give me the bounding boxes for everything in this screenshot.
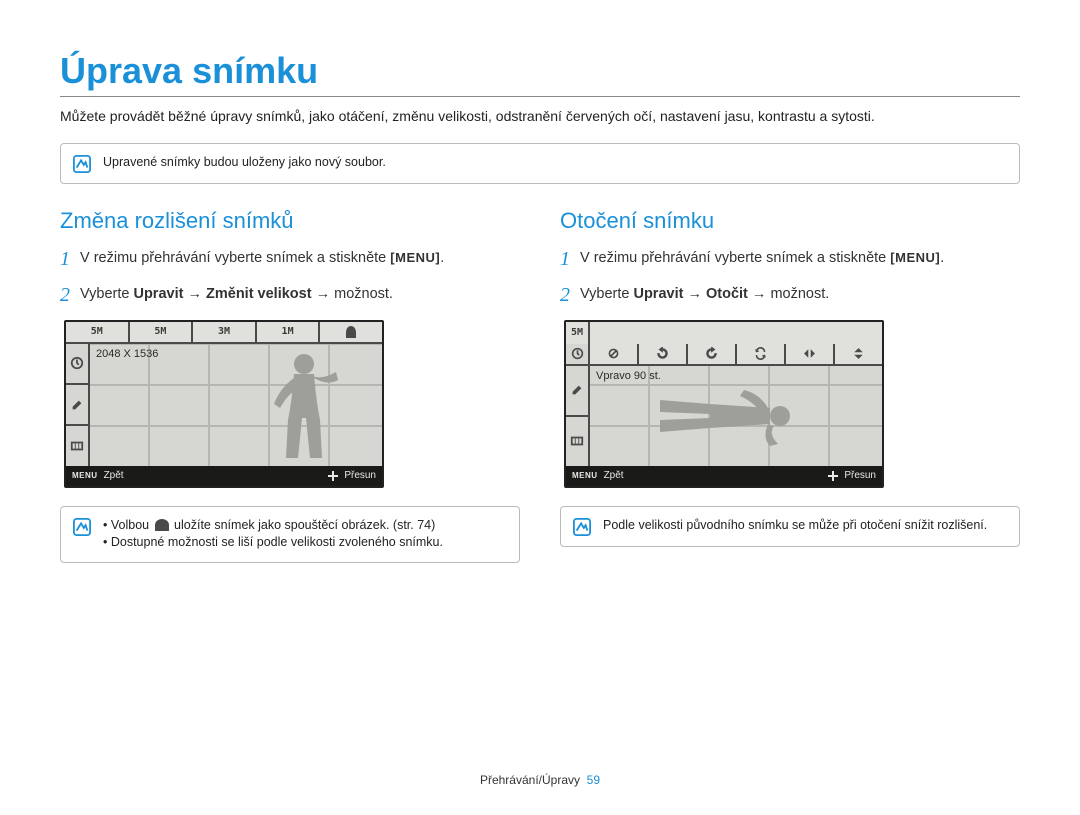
startimg-option xyxy=(320,322,382,342)
left-subheading: Změna rozlišení snímků xyxy=(60,208,520,234)
note-icon xyxy=(73,155,91,173)
size-indicator: 5M xyxy=(566,322,590,344)
note-icon xyxy=(573,518,591,536)
size-option: 5M xyxy=(66,322,130,342)
menu-label: MENU xyxy=(72,471,98,480)
page-footer: Přehrávání/Úpravy 59 xyxy=(0,773,1080,787)
step-number: 1 xyxy=(560,248,570,270)
menu-key: [MENU] xyxy=(890,250,940,265)
person-silhouette-rotated xyxy=(650,386,800,446)
note-item: Volbou uložíte snímek jako spouštěcí obr… xyxy=(103,517,443,535)
rotate-right-icon xyxy=(656,347,669,360)
page-title: Úprava snímku xyxy=(60,50,1020,97)
right-note: Podle velikosti původního snímku se může… xyxy=(560,506,1020,547)
move-label: Přesun xyxy=(344,470,376,481)
clock-icon xyxy=(70,356,84,370)
camera-screen-rotate: 5M Vpravo 90 st. xyxy=(564,320,884,488)
size-option: 3M xyxy=(193,322,257,342)
dpad-icon xyxy=(828,471,838,481)
footer-page-number: 59 xyxy=(587,773,600,787)
preview-area: Vpravo 90 st. xyxy=(590,366,882,466)
menu-key: [MENU] xyxy=(390,250,440,265)
edit-icon xyxy=(70,398,84,412)
right-column: Otočení snímku 1 V režimu přehrávání vyb… xyxy=(560,208,1020,587)
back-label: Zpět xyxy=(604,470,624,481)
intro-text: Můžete provádět běžné úpravy snímků, jak… xyxy=(60,107,1020,127)
rotate-left-icon xyxy=(705,347,718,360)
left-step-2: 2 Vyberte Upravit → Změnit velikost → mo… xyxy=(60,284,520,306)
note-icon xyxy=(73,518,91,536)
step-text: V režimu přehrávání vyberte snímek a sti… xyxy=(80,248,444,270)
screen-footer: MENU Zpět Přesun xyxy=(66,466,382,486)
clock-icon xyxy=(571,347,584,360)
dpad-icon xyxy=(328,471,338,481)
flip-h-icon xyxy=(803,347,816,360)
rotate-options-row xyxy=(566,344,882,366)
flip-v-icon xyxy=(852,347,865,360)
off-icon xyxy=(607,347,620,360)
right-note-text: Podle velikosti původního snímku se může… xyxy=(603,517,987,535)
header-row: 5M xyxy=(566,322,882,344)
resize-options-row: 5M 5M 3M 1M xyxy=(66,322,382,344)
step-text: V režimu přehrávání vyberte snímek a sti… xyxy=(580,248,944,270)
person-silhouette xyxy=(264,350,344,460)
right-step-1: 1 V režimu přehrávání vyberte snímek a s… xyxy=(560,248,1020,270)
thumbnail-icon xyxy=(70,439,84,453)
resolution-label: 2048 X 1536 xyxy=(96,348,158,360)
side-icons xyxy=(66,344,90,466)
right-subheading: Otočení snímku xyxy=(560,208,1020,234)
back-label: Zpět xyxy=(104,470,124,481)
person-icon xyxy=(346,326,356,338)
left-step-1: 1 V režimu přehrávání vyberte snímek a s… xyxy=(60,248,520,270)
thumbnail-icon xyxy=(570,434,584,448)
step-text: Vyberte Upravit → Otočit → možnost. xyxy=(580,284,829,306)
right-step-2: 2 Vyberte Upravit → Otočit → možnost. xyxy=(560,284,1020,306)
left-note: Volbou uložíte snímek jako spouštěcí obr… xyxy=(60,506,520,563)
step-number: 2 xyxy=(560,284,570,306)
size-option: 1M xyxy=(257,322,321,342)
step-number: 1 xyxy=(60,248,70,270)
person-icon xyxy=(155,519,169,531)
top-note: Upravené snímky budou uloženy jako nový … xyxy=(60,143,1020,184)
menu-label: MENU xyxy=(572,471,598,480)
screen-footer: MENU Zpět Přesun xyxy=(566,466,882,486)
step-text: Vyberte Upravit → Změnit velikost → možn… xyxy=(80,284,393,306)
edit-icon xyxy=(570,383,584,397)
note-item: Dostupné možnosti se liší podle velikost… xyxy=(103,534,443,552)
note-list: Volbou uložíte snímek jako spouštěcí obr… xyxy=(103,517,443,552)
footer-section: Přehrávání/Úpravy xyxy=(480,773,580,787)
move-label: Přesun xyxy=(844,470,876,481)
camera-screen-resize: 5M 5M 3M 1M 2048 X 1536 xyxy=(64,320,384,488)
step-number: 2 xyxy=(60,284,70,306)
preview-area: 2048 X 1536 xyxy=(90,344,382,466)
side-icons xyxy=(566,366,590,466)
left-column: Změna rozlišení snímků 1 V režimu přehrá… xyxy=(60,208,520,587)
rotation-label: Vpravo 90 st. xyxy=(596,370,661,382)
size-option: 5M xyxy=(130,322,194,342)
top-note-text: Upravené snímky budou uloženy jako nový … xyxy=(103,154,386,172)
rotate-180-icon xyxy=(754,347,767,360)
